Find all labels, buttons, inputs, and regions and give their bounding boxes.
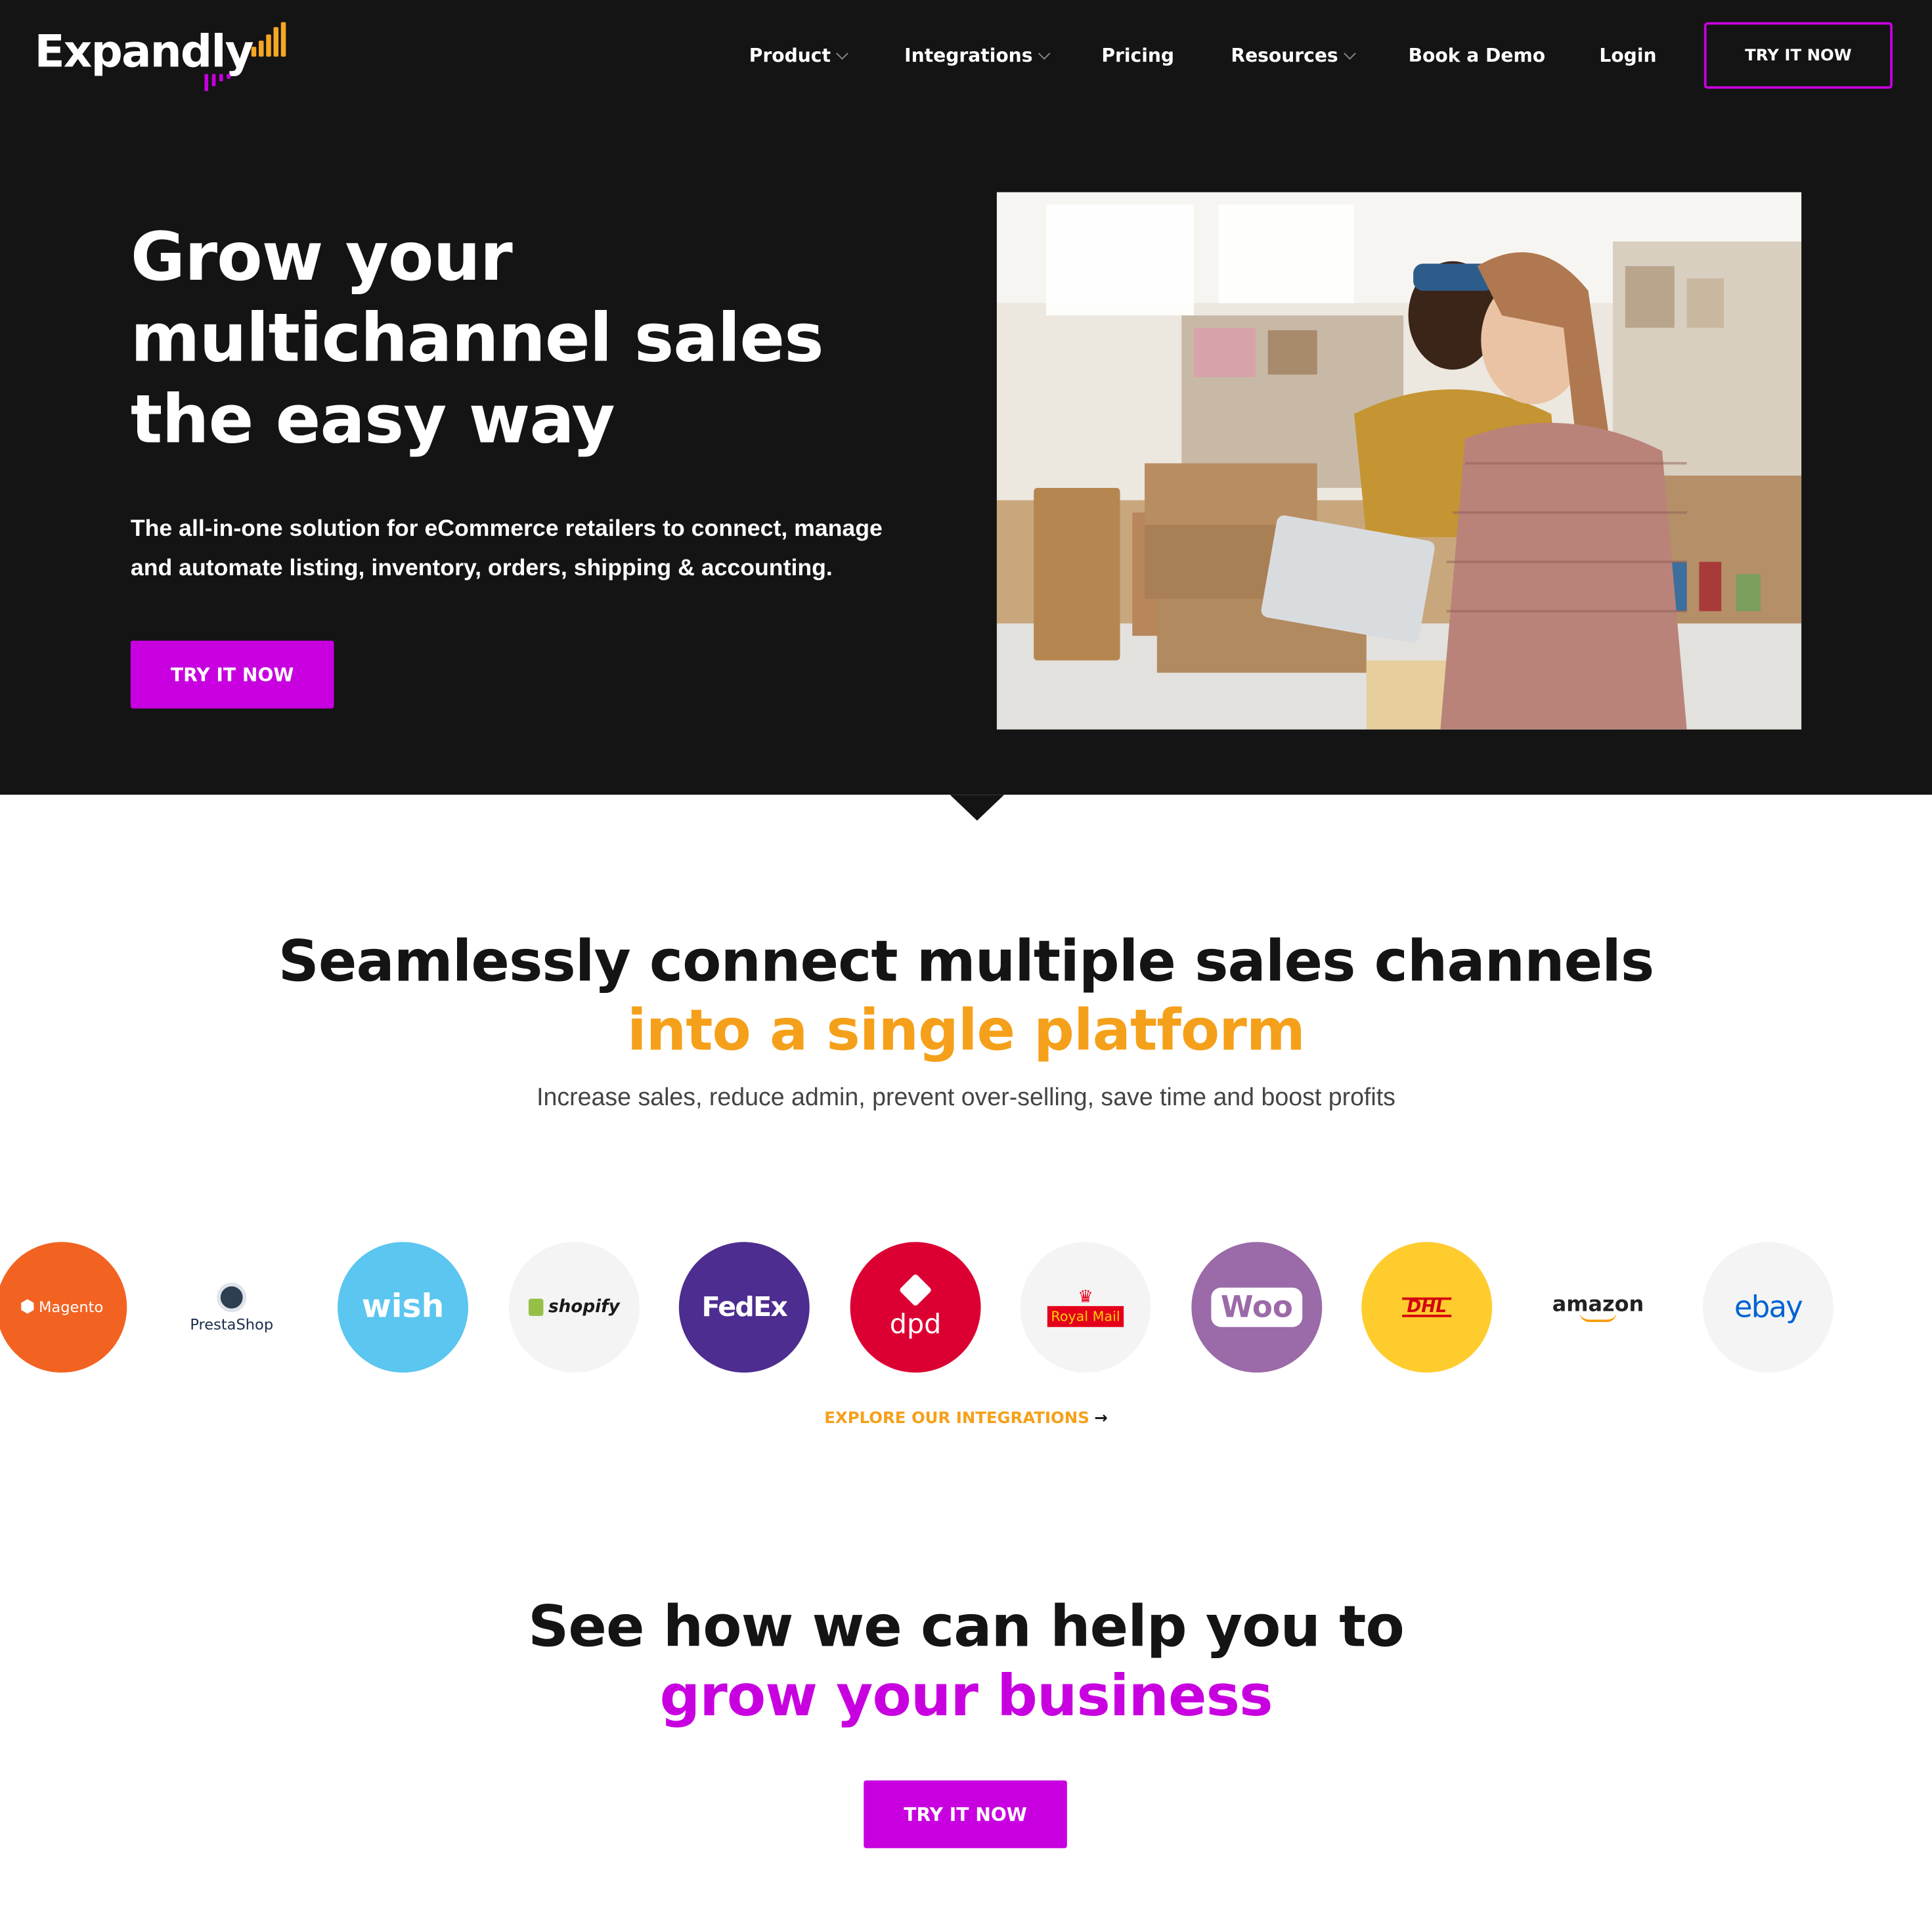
nav-product[interactable]: Product bbox=[749, 44, 849, 72]
woocommerce-logo[interactable]: Woo bbox=[1191, 1242, 1323, 1373]
ebay-label: ebay bbox=[1734, 1290, 1803, 1325]
wish-logo[interactable]: wish bbox=[338, 1242, 468, 1373]
nav-product-label: Product bbox=[749, 44, 831, 67]
royal-mail-logo[interactable]: ♛ Royal Mail bbox=[1020, 1242, 1151, 1373]
grow-title: See how we can help you to grow your bus… bbox=[0, 1592, 1932, 1730]
chevron-down-icon bbox=[1344, 47, 1356, 60]
hero-try-it-now-button[interactable]: TRY IT NOW bbox=[130, 640, 334, 709]
hero-pointer-arrow bbox=[950, 795, 1005, 821]
explore-integrations-label: EXPLORE OUR INTEGRATIONS bbox=[824, 1409, 1089, 1428]
puffin-icon bbox=[217, 1282, 247, 1312]
dhl-label: DHL bbox=[1401, 1297, 1452, 1317]
nav-book-demo[interactable]: Book a Demo bbox=[1409, 45, 1546, 72]
nav-pricing-label: Pricing bbox=[1101, 44, 1175, 67]
grow-title-line2: grow your business bbox=[659, 1662, 1273, 1729]
hero-photo bbox=[996, 192, 1802, 730]
prestashop-logo[interactable]: PrestaShop bbox=[166, 1242, 297, 1373]
channels-title-line2: into a single platform bbox=[627, 996, 1306, 1064]
nav-pricing[interactable]: Pricing bbox=[1101, 45, 1174, 72]
grow-try-it-now-button[interactable]: TRY IT NOW bbox=[864, 1780, 1067, 1849]
logo-wordmark: Expandly bbox=[34, 27, 254, 78]
crown-icon: ♛ bbox=[1078, 1286, 1093, 1307]
royal-mail-label: Royal Mail bbox=[1047, 1305, 1124, 1327]
grow-title-line1: See how we can help you to bbox=[528, 1593, 1405, 1660]
wish-label: wish bbox=[361, 1288, 445, 1326]
amazon-smile-icon bbox=[1579, 1312, 1617, 1323]
chevron-down-icon bbox=[1038, 47, 1051, 60]
shopping-bag-icon bbox=[528, 1298, 544, 1316]
hero-title-line2: multichannel sales bbox=[130, 299, 824, 378]
magento-label: Magento bbox=[38, 1298, 104, 1316]
dpd-label: dpd bbox=[889, 1309, 942, 1340]
woo-label: Woo bbox=[1210, 1287, 1303, 1327]
hero-title-line1: Grow your bbox=[130, 218, 513, 296]
nav-login-label: Login bbox=[1599, 44, 1657, 67]
ebay-logo[interactable]: ebay bbox=[1703, 1242, 1833, 1373]
cube-icon bbox=[898, 1273, 933, 1306]
dhl-logo[interactable]: DHL bbox=[1361, 1242, 1493, 1373]
hero-subtitle: The all-in-one solution for eCommerce re… bbox=[131, 510, 919, 589]
fedex-logo[interactable]: FedEx bbox=[678, 1242, 810, 1373]
chevron-down-icon bbox=[836, 47, 849, 60]
hero-subtitle-line2: and automate listing, inventory, orders,… bbox=[130, 556, 833, 582]
hero-title: Grow your multichannel sales the easy wa… bbox=[131, 217, 919, 461]
channels-title: Seamlessly connect multiple sales channe… bbox=[0, 927, 1932, 1065]
arrow-right-icon: → bbox=[1094, 1409, 1108, 1428]
amazon-logo[interactable]: amazon bbox=[1533, 1242, 1663, 1373]
zero-logo[interactable]: zer bbox=[1874, 1242, 1932, 1373]
channels-subtitle: Increase sales, reduce admin, prevent ov… bbox=[537, 1084, 1395, 1112]
explore-integrations-link[interactable]: EXPLORE OUR INTEGRATIONS → bbox=[0, 1409, 1932, 1428]
nav-login[interactable]: Login bbox=[1599, 45, 1656, 72]
magento-logo[interactable]: ⬢ Magento bbox=[0, 1242, 127, 1373]
shopify-logo[interactable]: shopify bbox=[508, 1242, 640, 1373]
prestashop-label: PrestaShop bbox=[190, 1315, 274, 1333]
magento-icon: ⬢ bbox=[20, 1297, 35, 1317]
dpd-logo[interactable]: dpd bbox=[850, 1242, 981, 1373]
nav-try-it-now-button[interactable]: TRY IT NOW bbox=[1703, 22, 1893, 89]
nav-resources-label: Resources bbox=[1231, 44, 1338, 67]
channels-title-line1: Seamlessly connect multiple sales channe… bbox=[278, 927, 1655, 995]
retailers-with-tablet-image bbox=[996, 192, 1802, 730]
fedex-label: FedEx bbox=[701, 1292, 788, 1323]
nav-integrations[interactable]: Integrations bbox=[904, 44, 1051, 72]
nav-resources[interactable]: Resources bbox=[1231, 44, 1356, 72]
nav-book-demo-label: Book a Demo bbox=[1408, 44, 1546, 67]
shopify-label: shopify bbox=[548, 1297, 620, 1317]
hero-title-line3: the easy way bbox=[130, 380, 615, 458]
hero-subtitle-line1: The all-in-one solution for eCommerce re… bbox=[130, 516, 883, 542]
expandly-logo[interactable]: Expandly bbox=[34, 22, 286, 97]
nav-integrations-label: Integrations bbox=[904, 44, 1033, 67]
top-navbar: Expandly Product Integrations Pricing Re… bbox=[0, 0, 1932, 126]
